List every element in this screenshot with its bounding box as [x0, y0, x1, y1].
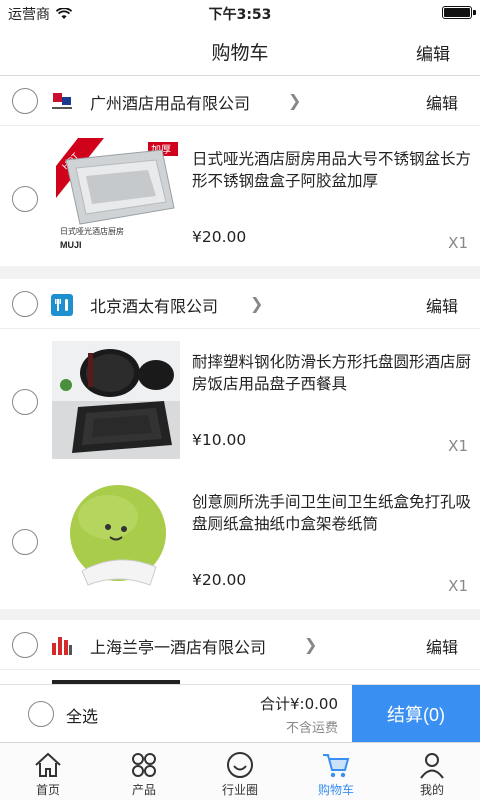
user-icon: [420, 753, 444, 779]
product-image[interactable]: HOT 加厚 日式哑光酒店厨房 MUJI: [52, 138, 180, 256]
thumb-brand-label: MUJI: [60, 240, 82, 250]
tab-products[interactable]: 产品: [96, 743, 192, 800]
store-card: 北京酒太有限公司 ❯ 编辑 耐摔塑料钢化防滑长方形托盘圆形酒店厨房饭店用品盘子西…: [0, 279, 480, 609]
store-edit-button[interactable]: 编辑: [426, 90, 458, 114]
item-quantity: X1: [448, 437, 468, 455]
store-header: 北京酒太有限公司 ❯ 编辑: [0, 279, 480, 329]
store-name[interactable]: 上海兰亭一酒店有限公司: [90, 634, 266, 658]
tab-label: 我的: [419, 783, 444, 797]
store-name[interactable]: 北京酒太有限公司: [90, 293, 218, 317]
item-select-radio[interactable]: [12, 186, 38, 212]
product-image[interactable]: [52, 481, 180, 599]
battery-icon: [442, 6, 476, 19]
thumb-caption-label: 日式哑光酒店厨房: [60, 226, 124, 236]
item-select-radio[interactable]: [12, 529, 38, 555]
grid-icon: [132, 753, 156, 777]
smile-icon: [227, 752, 253, 778]
tab-cart[interactable]: 购物车: [288, 743, 384, 800]
store-select-radio[interactable]: [12, 632, 38, 658]
home-icon: [35, 752, 61, 777]
shipping-note: 不含运费: [285, 721, 338, 736]
checkout-button[interactable]: 结算(0): [352, 685, 480, 743]
page-title: 购物车: [211, 42, 269, 64]
tab-home[interactable]: 首页: [0, 743, 96, 800]
tab-mine[interactable]: 我的: [384, 743, 480, 800]
nav-bar: 购物车 编辑: [0, 26, 480, 76]
cart-list[interactable]: 广州酒店用品有限公司 ❯ 编辑 HOT 加厚 日式哑光酒店厨房 MUJI: [0, 76, 480, 684]
tab-label: 购物车: [317, 783, 354, 797]
store-header: 广州酒店用品有限公司 ❯ 编辑: [0, 76, 480, 126]
store-logo-icon: [52, 93, 72, 109]
item-price: ¥20.00: [192, 228, 247, 246]
store-card: 广州酒店用品有限公司 ❯ 编辑 HOT 加厚 日式哑光酒店厨房 MUJI: [0, 76, 480, 266]
cart-item[interactable]: 耐摔塑料钢化防滑长方形托盘圆形酒店厨房饭店用品盘子西餐具 ¥10.00 X1: [0, 329, 480, 469]
store-select-radio[interactable]: [12, 88, 38, 114]
cart-icon: [323, 754, 350, 778]
chevron-right-icon[interactable]: ❯: [304, 635, 317, 654]
store-logo-icon: [51, 294, 73, 316]
store-edit-button[interactable]: 编辑: [426, 634, 458, 658]
tab-label: 行业圈: [221, 783, 258, 797]
edit-cart-button[interactable]: 编辑: [416, 40, 450, 65]
item-title[interactable]: 耐摔塑料钢化防滑长方形托盘圆形酒店厨房饭店用品盘子西餐具: [192, 351, 472, 395]
cart-item[interactable]: 创意厕所洗手间卫生间卫生纸盒免打孔吸盘厕纸盒抽纸巾盒架卷纸筒 ¥20.00 X1: [0, 469, 480, 609]
item-quantity: X1: [448, 577, 468, 595]
tab-community[interactable]: 行业圈: [192, 743, 288, 800]
item-quantity: X1: [448, 234, 468, 252]
store-name[interactable]: 广州酒店用品有限公司: [90, 90, 250, 114]
select-all-radio[interactable]: [28, 701, 54, 727]
checkout-bar: 全选 合计¥:0.00 不含运费 结算(0): [0, 684, 480, 743]
status-bar: 运营商 下午3:53: [0, 0, 480, 26]
tab-label: 产品: [131, 783, 156, 797]
cart-item[interactable]: HOT 加厚 日式哑光酒店厨房 MUJI 日式哑光酒店厨房用品大号不锈钢盆长方形…: [0, 126, 480, 266]
total-amount: 合计¥:0.00: [260, 695, 338, 713]
item-select-radio[interactable]: [12, 389, 38, 415]
chevron-right-icon[interactable]: ❯: [250, 294, 263, 313]
tab-bar: 首页 产品 行业圈 购物车 我的: [0, 742, 480, 800]
status-time: 下午3:53: [208, 7, 272, 23]
chevron-right-icon[interactable]: ❯: [288, 91, 301, 110]
store-header: 上海兰亭一酒店有限公司 ❯ 编辑: [0, 620, 480, 670]
store-edit-button[interactable]: 编辑: [426, 293, 458, 317]
item-price: ¥20.00: [192, 571, 247, 589]
item-price: ¥10.00: [192, 431, 247, 449]
item-title[interactable]: 创意厕所洗手间卫生间卫生纸盒免打孔吸盘厕纸盒抽纸巾盒架卷纸筒: [192, 491, 472, 535]
store-select-radio[interactable]: [12, 291, 38, 317]
select-all-label[interactable]: 全选: [66, 703, 98, 727]
store-logo-icon: [52, 637, 72, 655]
store-card: 上海兰亭一酒店有限公司 ❯ 编辑: [0, 620, 480, 684]
tab-label: 首页: [35, 783, 60, 797]
product-image[interactable]: [52, 341, 180, 459]
item-title[interactable]: 日式哑光酒店厨房用品大号不锈钢盆长方形不锈钢盘盒子阿胶盆加厚: [192, 148, 472, 192]
